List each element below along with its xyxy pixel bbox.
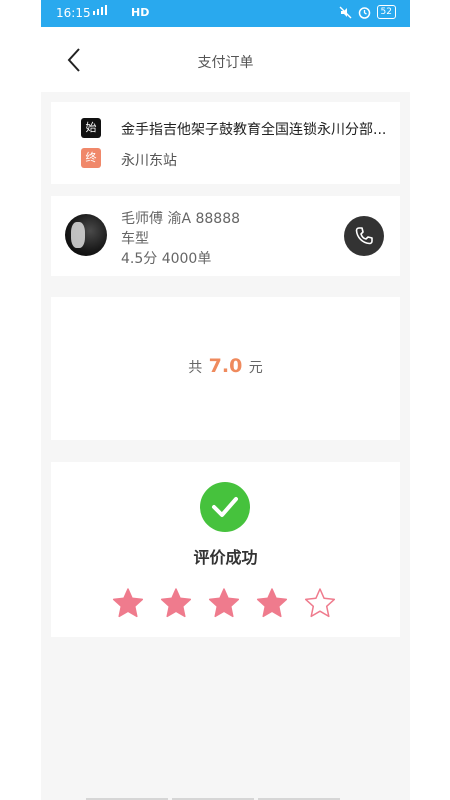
star-empty-icon[interactable] xyxy=(304,587,336,619)
start-place: 金手指吉他架子鼓教育全国连锁永川分部... xyxy=(121,122,387,138)
total-amount: 7.0 xyxy=(208,355,243,377)
network-label: HD xyxy=(131,6,150,19)
end-place: 永川东站 xyxy=(121,153,177,169)
top-nav: 支付订单 xyxy=(41,27,410,92)
end-tag: 终 xyxy=(81,148,101,168)
app-screen: 16:15 HD 52 支付订单 始 金手指吉他架子鼓教育全国连锁永川分部...… xyxy=(41,0,410,800)
star-filled-icon[interactable] xyxy=(256,587,288,619)
star-rating[interactable] xyxy=(112,587,336,619)
route-card: 始 金手指吉他架子鼓教育全国连锁永川分部... 终 永川东站 xyxy=(51,102,400,184)
rating-message: 评价成功 xyxy=(193,548,258,567)
payment-card: 共 7.0 元 xyxy=(51,297,400,440)
driver-card: 毛师傅 渝A 88888 车型 4.5分 4000单 xyxy=(51,196,400,276)
star-filled-icon[interactable] xyxy=(160,587,192,619)
alarm-icon xyxy=(358,6,370,19)
page-title: 支付订单 xyxy=(197,55,254,71)
star-filled-icon[interactable] xyxy=(208,587,240,619)
rating-card: 评价成功 xyxy=(51,462,400,637)
call-driver-button[interactable] xyxy=(344,216,384,256)
mute-icon xyxy=(339,6,352,18)
phone-icon xyxy=(355,227,373,245)
success-icon xyxy=(200,482,250,532)
driver-name-plate: 毛师傅 渝A 88888 xyxy=(121,211,241,227)
total-unit: 元 xyxy=(248,360,263,376)
status-time: 16:15 xyxy=(56,6,91,20)
star-filled-icon[interactable] xyxy=(112,587,144,619)
battery-icon: 52 xyxy=(376,5,396,19)
payment-total: 共 7.0 元 xyxy=(51,355,400,377)
driver-rating-orders: 4.5分 4000单 xyxy=(121,251,212,267)
start-tag: 始 xyxy=(81,118,101,138)
driver-avatar xyxy=(65,214,107,256)
signal-icon xyxy=(93,5,107,15)
car-type: 车型 xyxy=(121,231,149,247)
status-bar: 16:15 HD 52 xyxy=(41,0,410,27)
total-prefix: 共 xyxy=(188,360,203,376)
